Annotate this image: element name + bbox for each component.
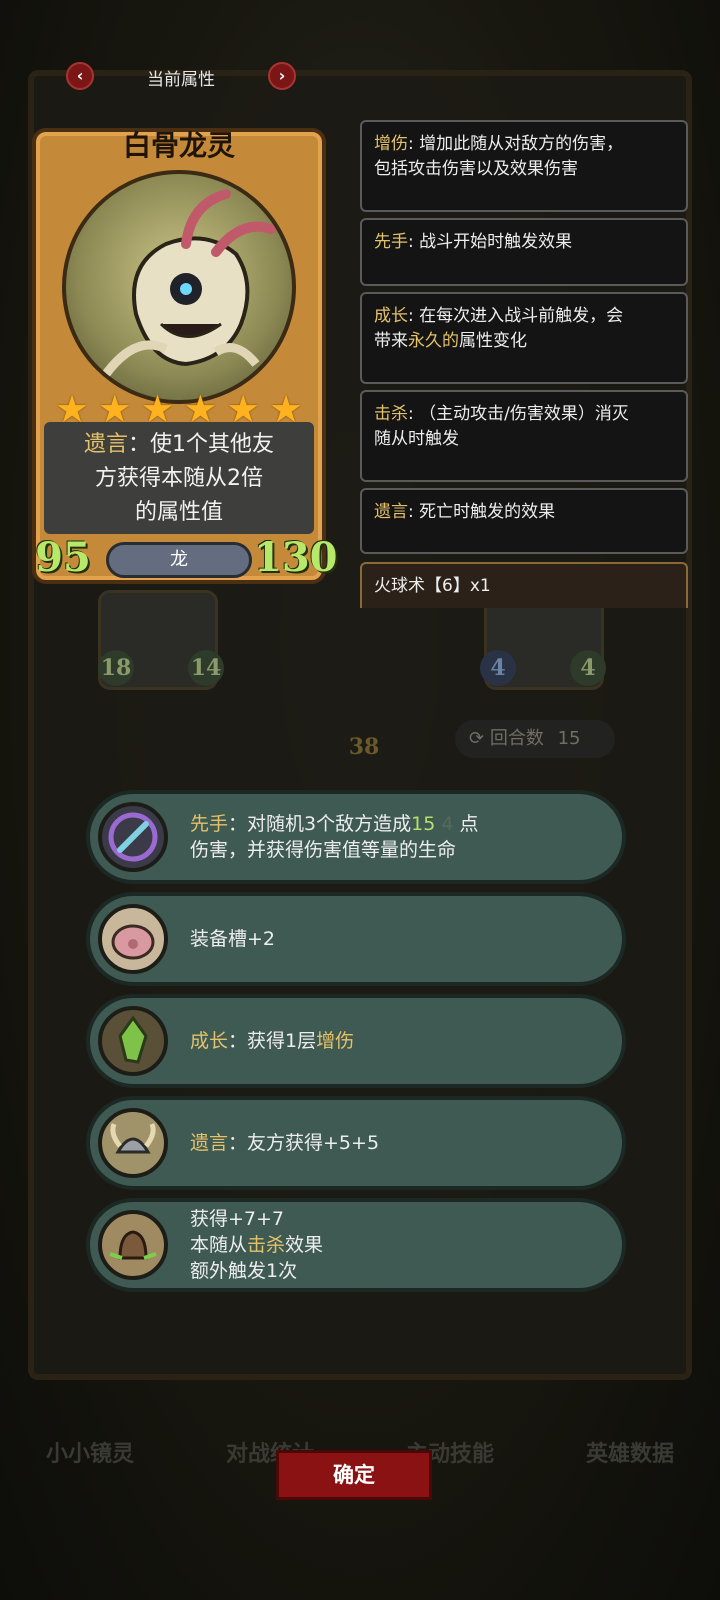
description-line-2: 方获得本随从2倍 bbox=[95, 466, 263, 491]
refresh-icon: ⟳ bbox=[469, 728, 485, 749]
cursed-dagger-icon bbox=[98, 802, 168, 872]
chevron-right-icon[interactable]: › bbox=[268, 62, 296, 90]
description-line-1: 遗言：使1个其他友 bbox=[83, 432, 274, 457]
round-label: 回合数 bbox=[489, 728, 544, 749]
glossary-item-fireball: 火球术【6】x1 bbox=[360, 562, 688, 608]
glossary-item-deathrattle: 遗言: 死亡时触发的效果 bbox=[360, 488, 688, 554]
board-left-health: 14 bbox=[188, 650, 224, 686]
turn-arrow: 38 bbox=[332, 715, 396, 767]
effect-row: 获得+7+7 本随从击杀效果 额外触发1次 bbox=[86, 1198, 626, 1292]
keyword-deathrattle: 遗言 bbox=[83, 432, 128, 457]
glossary-item-kill: 击杀: （主动攻击/伤害效果）消灭 随从时触发 bbox=[360, 390, 688, 482]
effect-text: 成长：获得1层增伤 bbox=[190, 1030, 355, 1052]
effect-text: 装备槽+2 bbox=[190, 928, 276, 950]
horned-helm-icon bbox=[98, 1108, 168, 1178]
tribe-badge: 龙 bbox=[106, 542, 252, 578]
effect-text: 获得+7+7 本随从击杀效果 额外触发1次 bbox=[190, 1208, 324, 1282]
card-name: 白骨龙灵 bbox=[122, 129, 235, 162]
glossary-item-first-strike: 先手: 战斗开始时触发效果 bbox=[360, 218, 688, 286]
board-right-attack: 4 bbox=[480, 650, 516, 686]
effect-text: 遗言：友方获得+5+5 bbox=[190, 1132, 380, 1154]
card-description: 遗言：使1个其他友 方获得本随从2倍 的属性值 bbox=[44, 422, 314, 534]
round-counter: ⟳ 回合数 15 bbox=[455, 720, 615, 758]
confirm-button[interactable]: 确定 bbox=[276, 1450, 432, 1500]
board-left-attack: 18 bbox=[98, 650, 134, 686]
chevron-left-icon[interactable]: ‹ bbox=[66, 62, 94, 90]
health-value: 130 bbox=[254, 534, 338, 581]
keyword-glossary[interactable]: 增伤: 增加此随从对敌方的伤害， 包括攻击伤害以及效果伤害 先手: 战斗开始时触… bbox=[360, 120, 688, 608]
attribute-nav: ‹ 当前属性 › bbox=[66, 62, 300, 98]
glossary-item-growth: 成长: 在每次进入战斗前触发，会 带来永久的属性变化 bbox=[360, 292, 688, 384]
tab-3[interactable]: 英雄数据 bbox=[586, 1425, 674, 1485]
attack-value: 95 bbox=[35, 534, 91, 581]
effect-row: 先手：对随机3个敌方造成15 4 点 伤害，并获得伤害值等量的生命 bbox=[86, 790, 626, 884]
round-value: 15 bbox=[557, 728, 581, 749]
page-title: 当前属性 bbox=[147, 70, 215, 90]
tab-0[interactable]: 小小镜灵 bbox=[46, 1425, 134, 1485]
effect-text: 先手：对随机3个敌方造成15 4 点 伤害，并获得伤害值等量的生命 bbox=[190, 813, 479, 861]
board-right-health: 4 bbox=[570, 650, 606, 686]
bell-icon bbox=[98, 1210, 168, 1280]
description-line-3: 的属性值 bbox=[134, 500, 223, 525]
effect-row: 成长：获得1层增伤 bbox=[86, 994, 626, 1088]
bone-dragon-portrait bbox=[62, 170, 296, 404]
star-rating: ★ ★ ★ ★ ★ ★ bbox=[52, 390, 306, 428]
effect-row: 遗言：友方获得+5+5 bbox=[86, 1096, 626, 1190]
green-crystal-icon bbox=[98, 1006, 168, 1076]
glossary-item-damage-boost: 增伤: 增加此随从对敌方的伤害， 包括攻击伤害以及效果伤害 bbox=[360, 120, 688, 212]
pig-armor-icon bbox=[98, 904, 168, 974]
minion-card: 白骨龙灵 ★ ★ ★ ★ ★ ★ 遗言：使1个其他友 方获得本随从2倍 的属性值… bbox=[28, 122, 338, 592]
effect-row: 装备槽+2 bbox=[86, 892, 626, 986]
